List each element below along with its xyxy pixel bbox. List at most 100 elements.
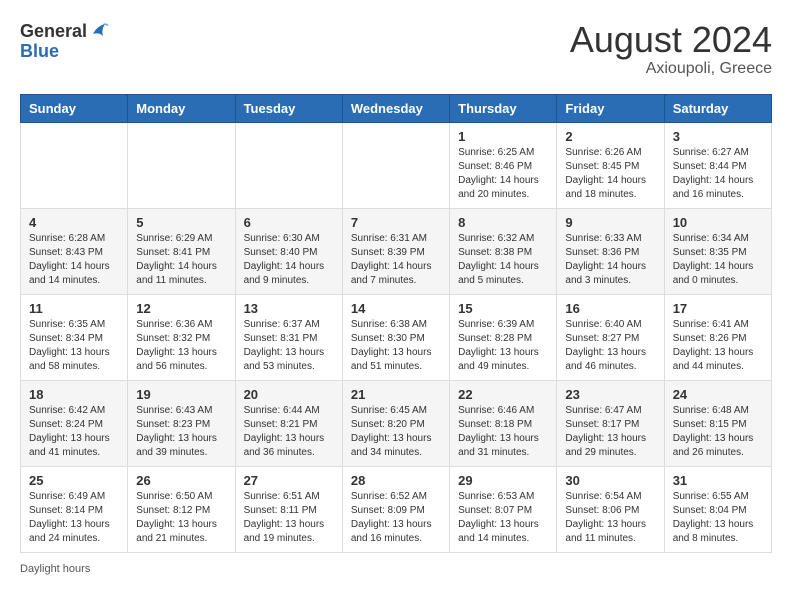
- day-info: Sunrise: 6:46 AM Sunset: 8:18 PM Dayligh…: [458, 404, 548, 460]
- logo-blue-text: Blue: [20, 41, 59, 61]
- day-info: Sunrise: 6:40 AM Sunset: 8:27 PM Dayligh…: [565, 318, 655, 374]
- day-cell-18: 18Sunrise: 6:42 AM Sunset: 8:24 PM Dayli…: [21, 380, 128, 466]
- column-header-tuesday: Tuesday: [235, 94, 342, 122]
- day-number: 25: [29, 473, 119, 488]
- day-info: Sunrise: 6:48 AM Sunset: 8:15 PM Dayligh…: [673, 404, 763, 460]
- day-number: 22: [458, 387, 548, 402]
- day-cell-4: 4 Sunrise: 6:28 AM Sunset: 8:43 PM Daylig…: [21, 208, 128, 294]
- day-info: Sunrise: 6:27 AM Sunset: 8:44 PM Dayligh…: [673, 146, 763, 202]
- day-info: Sunrise: 6:41 AM Sunset: 8:26 PM Dayligh…: [673, 318, 763, 374]
- day-info: Sunrise: 6:35 AM Sunset: 8:34 PM Dayligh…: [29, 318, 119, 374]
- day-info: Sunrise: 6:44 AM Sunset: 8:21 PM Dayligh…: [244, 404, 334, 460]
- day-number: 21: [351, 387, 441, 402]
- logo-bird-icon: [89, 20, 111, 42]
- day-cell-24: 24Sunrise: 6:48 AM Sunset: 8:15 PM Dayli…: [664, 380, 771, 466]
- day-info: Sunrise: 6:55 AM Sunset: 8:04 PM Dayligh…: [673, 490, 763, 546]
- day-number: 20: [244, 387, 334, 402]
- day-number: 11: [29, 301, 119, 316]
- day-info: Sunrise: 6:53 AM Sunset: 8:07 PM Dayligh…: [458, 490, 548, 546]
- day-number: 9: [565, 215, 655, 230]
- week-row-5: 25 Sunrise: 6:49 AM Sunset: 8:14 PM Dayli…: [21, 466, 772, 552]
- day-cell-30: 30Sunrise: 6:54 AM Sunset: 8:06 PM Dayli…: [557, 466, 664, 552]
- month-year-title: August 2024: [570, 20, 772, 60]
- empty-cell: [21, 122, 128, 208]
- day-number: 15: [458, 301, 548, 316]
- location-subtitle: Axioupoli, Greece: [570, 60, 772, 78]
- day-number: 14: [351, 301, 441, 316]
- day-cell-16: 16 Sunrise: 6:40 AM Sunset: 8:27 PM Dayli…: [557, 294, 664, 380]
- column-header-saturday: Saturday: [664, 94, 771, 122]
- day-number: 3: [673, 129, 763, 144]
- day-cell-7: 7Sunrise: 6:31 AM Sunset: 8:39 PM Daylig…: [342, 208, 449, 294]
- day-cell-23: 23 Sunrise: 6:47 AM Sunset: 8:17 PM Dayli…: [557, 380, 664, 466]
- day-number: 4: [29, 215, 119, 230]
- week-row-1: 1 Sunrise: 6:25 AM Sunset: 8:46 PM Daylig…: [21, 122, 772, 208]
- footer: Daylight hours: [20, 563, 772, 575]
- day-number: 30: [565, 473, 655, 488]
- day-info: Sunrise: 6:50 AM Sunset: 8:12 PM Dayligh…: [136, 490, 226, 546]
- column-header-thursday: Thursday: [450, 94, 557, 122]
- day-info: Sunrise: 6:25 AM Sunset: 8:46 PM Dayligh…: [458, 146, 548, 202]
- day-number: 26: [136, 473, 226, 488]
- empty-cell: [342, 122, 449, 208]
- column-header-friday: Friday: [557, 94, 664, 122]
- week-row-2: 4 Sunrise: 6:28 AM Sunset: 8:43 PM Daylig…: [21, 208, 772, 294]
- day-cell-29: 29 Sunrise: 6:53 AM Sunset: 8:07 PM Dayli…: [450, 466, 557, 552]
- day-number: 13: [244, 301, 334, 316]
- day-info: Sunrise: 6:37 AM Sunset: 8:31 PM Dayligh…: [244, 318, 334, 374]
- day-cell-21: 21 Sunrise: 6:45 AM Sunset: 8:20 PM Dayli…: [342, 380, 449, 466]
- column-header-wednesday: Wednesday: [342, 94, 449, 122]
- day-cell-19: 19 Sunrise: 6:43 AM Sunset: 8:23 PM Dayli…: [128, 380, 235, 466]
- day-info: Sunrise: 6:31 AM Sunset: 8:39 PM Dayligh…: [351, 232, 441, 288]
- week-row-3: 11 Sunrise: 6:35 AM Sunset: 8:34 PM Dayli…: [21, 294, 772, 380]
- day-cell-8: 8Sunrise: 6:32 AM Sunset: 8:38 PM Daylig…: [450, 208, 557, 294]
- day-cell-13: 13 Sunrise: 6:37 AM Sunset: 8:31 PM Dayli…: [235, 294, 342, 380]
- day-info: Sunrise: 6:43 AM Sunset: 8:23 PM Dayligh…: [136, 404, 226, 460]
- calendar-header: SundayMondayTuesdayWednesdayThursdayFrid…: [21, 94, 772, 122]
- day-info: Sunrise: 6:47 AM Sunset: 8:17 PM Dayligh…: [565, 404, 655, 460]
- day-number: 27: [244, 473, 334, 488]
- day-info: Sunrise: 6:49 AM Sunset: 8:14 PM Dayligh…: [29, 490, 119, 546]
- day-cell-1: 1 Sunrise: 6:25 AM Sunset: 8:46 PM Daylig…: [450, 122, 557, 208]
- day-number: 1: [458, 129, 548, 144]
- day-number: 16: [565, 301, 655, 316]
- empty-cell: [128, 122, 235, 208]
- day-number: 19: [136, 387, 226, 402]
- day-cell-17: 17Sunrise: 6:41 AM Sunset: 8:26 PM Dayli…: [664, 294, 771, 380]
- page-header: General Blue August 2024 Axioupoli, Gree…: [20, 20, 772, 78]
- day-cell-15: 15Sunrise: 6:39 AM Sunset: 8:28 PM Dayli…: [450, 294, 557, 380]
- day-number: 28: [351, 473, 441, 488]
- day-info: Sunrise: 6:51 AM Sunset: 8:11 PM Dayligh…: [244, 490, 334, 546]
- day-number: 18: [29, 387, 119, 402]
- day-cell-20: 20 Sunrise: 6:44 AM Sunset: 8:21 PM Dayli…: [235, 380, 342, 466]
- day-cell-9: 9Sunrise: 6:33 AM Sunset: 8:36 PM Daylig…: [557, 208, 664, 294]
- day-info: Sunrise: 6:38 AM Sunset: 8:30 PM Dayligh…: [351, 318, 441, 374]
- day-number: 5: [136, 215, 226, 230]
- day-info: Sunrise: 6:45 AM Sunset: 8:20 PM Dayligh…: [351, 404, 441, 460]
- day-cell-26: 26 Sunrise: 6:50 AM Sunset: 8:12 PM Dayli…: [128, 466, 235, 552]
- day-info: Sunrise: 6:32 AM Sunset: 8:38 PM Dayligh…: [458, 232, 548, 288]
- day-number: 23: [565, 387, 655, 402]
- day-cell-25: 25 Sunrise: 6:49 AM Sunset: 8:14 PM Dayli…: [21, 466, 128, 552]
- day-info: Sunrise: 6:26 AM Sunset: 8:45 PM Dayligh…: [565, 146, 655, 202]
- day-info: Sunrise: 6:36 AM Sunset: 8:32 PM Dayligh…: [136, 318, 226, 374]
- day-info: Sunrise: 6:28 AM Sunset: 8:43 PM Dayligh…: [29, 232, 119, 288]
- logo-general-text: General: [20, 22, 87, 40]
- day-info: Sunrise: 6:34 AM Sunset: 8:35 PM Dayligh…: [673, 232, 763, 288]
- day-number: 2: [565, 129, 655, 144]
- day-cell-10: 10Sunrise: 6:34 AM Sunset: 8:35 PM Dayli…: [664, 208, 771, 294]
- calendar-body: 1 Sunrise: 6:25 AM Sunset: 8:46 PM Daylig…: [21, 122, 772, 552]
- day-cell-28: 28 Sunrise: 6:52 AM Sunset: 8:09 PM Dayli…: [342, 466, 449, 552]
- day-info: Sunrise: 6:29 AM Sunset: 8:41 PM Dayligh…: [136, 232, 226, 288]
- logo: General Blue: [20, 20, 111, 62]
- day-info: Sunrise: 6:52 AM Sunset: 8:09 PM Dayligh…: [351, 490, 441, 546]
- day-number: 29: [458, 473, 548, 488]
- daylight-info: Daylight hours: [20, 563, 90, 575]
- day-cell-3: 3 Sunrise: 6:27 AM Sunset: 8:44 PM Daylig…: [664, 122, 771, 208]
- column-header-sunday: Sunday: [21, 94, 128, 122]
- column-header-monday: Monday: [128, 94, 235, 122]
- day-cell-22: 22 Sunrise: 6:46 AM Sunset: 8:18 PM Dayli…: [450, 380, 557, 466]
- day-cell-2: 2 Sunrise: 6:26 AM Sunset: 8:45 PM Daylig…: [557, 122, 664, 208]
- day-cell-6: 6Sunrise: 6:30 AM Sunset: 8:40 PM Daylig…: [235, 208, 342, 294]
- calendar-table: SundayMondayTuesdayWednesdayThursdayFrid…: [20, 94, 772, 553]
